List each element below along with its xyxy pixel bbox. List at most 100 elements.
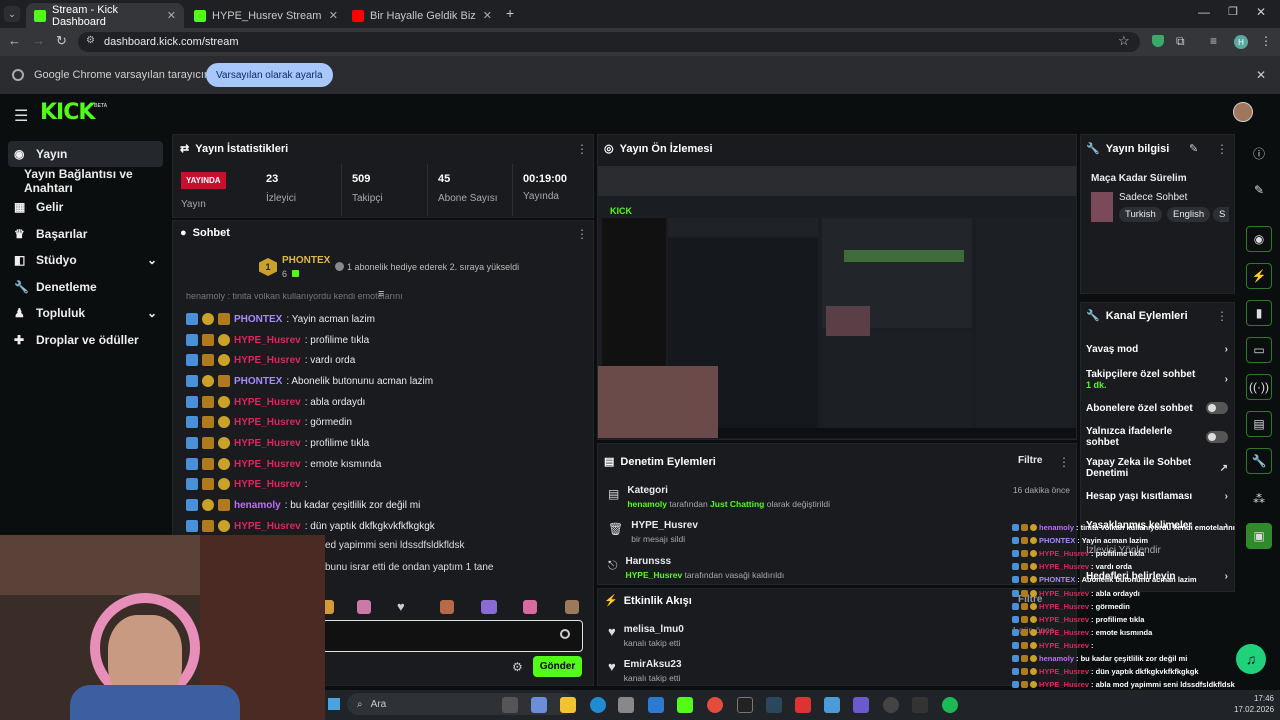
chat-username[interactable]: PHONTEX [234, 314, 282, 325]
user-avatar[interactable] [1233, 102, 1253, 122]
restore-icon[interactable]: ❐ [1228, 5, 1238, 18]
tag-pill[interactable]: Turkish [1119, 207, 1162, 222]
moderation-filter-button[interactable]: Filtre [1018, 455, 1042, 466]
stream-preview-video[interactable]: KICK [598, 166, 1076, 438]
sidebar-item-gelir[interactable]: ▦ Gelir [8, 194, 163, 220]
lightning-icon[interactable]: ⚡ [1246, 263, 1272, 289]
set-default-button[interactable]: Varsayılan olarak ayarla [206, 63, 333, 87]
extension-shield-icon[interactable] [1152, 35, 1164, 47]
card-icon[interactable]: ▮ [1246, 300, 1272, 326]
app-red-icon[interactable] [795, 697, 811, 713]
camera-icon[interactable]: ◉ [1246, 226, 1272, 252]
close-window-icon[interactable]: ✕ [1256, 5, 1266, 19]
extensions-icon[interactable]: ⧉ [1176, 34, 1185, 49]
obs-icon[interactable] [883, 697, 899, 713]
epic-games-icon[interactable] [737, 697, 753, 713]
sidebar-item-basarilar[interactable]: ♛ Başarılar [8, 221, 163, 247]
outlook-icon[interactable] [648, 697, 664, 713]
spotify-icon[interactable] [942, 697, 958, 713]
chat-username[interactable]: HYPE_Husrev [234, 335, 301, 346]
task-view-icon[interactable] [502, 697, 518, 713]
close-tab-icon[interactable]: ✕ [483, 9, 492, 22]
emote-icon[interactable] [565, 600, 579, 614]
action-ai-moderation[interactable]: Yapay Zeka ile Sohbet Denetimi ↗ [1086, 456, 1228, 480]
chrome-icon[interactable] [707, 697, 723, 713]
chat-username[interactable]: HYPE_Husrev [234, 459, 301, 470]
app-icon[interactable]: ▣ [1246, 523, 1272, 549]
category-name[interactable]: Sadece Sohbet [1119, 192, 1187, 203]
app-blue-icon[interactable] [824, 697, 840, 713]
store-icon[interactable] [618, 697, 634, 713]
wrench-icon[interactable]: 🔧 [1246, 448, 1272, 474]
hamburger-menu-icon[interactable]: ☰ [14, 106, 28, 126]
close-tab-icon[interactable]: ✕ [329, 9, 338, 22]
sidebar-item-denetleme[interactable]: 🔧 Denetleme [8, 274, 163, 300]
chat-message-input[interactable] [322, 620, 583, 652]
sidebar-item-topluluk[interactable]: ♟ Topluluk ⌄ [8, 300, 163, 326]
tab-search-icon[interactable]: ⌄ [4, 6, 20, 22]
app-dark-icon[interactable] [912, 697, 928, 713]
site-info-icon[interactable]: ⚙ [86, 35, 98, 47]
forward-icon[interactable]: → [32, 33, 45, 48]
moderation-menu-icon[interactable]: ⋮ [1058, 455, 1070, 469]
emote-icon[interactable] [357, 600, 371, 614]
emote-icon[interactable] [481, 600, 497, 614]
emote-icon[interactable] [440, 600, 454, 614]
send-button[interactable]: Gönder [533, 656, 582, 677]
subscribers-only-toggle[interactable] [1206, 402, 1228, 414]
sidebar-item-stream-key[interactable]: Yayın Bağlantısı ve Anahtarı [18, 167, 170, 195]
browser-tab-1[interactable]: HYPE_Husrev Stream - Watch L ✕ [186, 3, 346, 28]
chrome-menu-icon[interactable]: ⋮ [1260, 34, 1272, 48]
discord-icon[interactable] [853, 697, 869, 713]
reading-list-icon[interactable]: ≡ [1210, 34, 1217, 48]
chat-username[interactable]: HYPE_Husrev [234, 438, 301, 449]
close-tab-icon[interactable]: ✕ [167, 9, 176, 22]
sidebar-item-studyo[interactable]: ◧ Stüdyo ⌄ [8, 247, 163, 273]
action-followers-only[interactable]: Takipçilere özel sohbet 1 dk. › [1086, 367, 1228, 391]
tag-pill[interactable]: English [1167, 207, 1211, 222]
file-explorer-icon[interactable] [560, 697, 576, 713]
action-account-age[interactable]: Hesap yaşı kısıtlaması › [1086, 489, 1228, 503]
tag-pill[interactable]: S [1213, 207, 1229, 222]
minimize-icon[interactable]: — [1198, 5, 1210, 19]
pencil-icon[interactable]: ✎ [1246, 177, 1272, 203]
chat-username[interactable]: HYPE_Husrev [234, 397, 301, 408]
nodes-icon[interactable]: ⁂ [1246, 486, 1272, 512]
close-infobar-icon[interactable]: ✕ [1256, 68, 1266, 82]
kick-app-icon[interactable] [677, 697, 693, 713]
new-tab-icon[interactable]: + [506, 5, 514, 21]
chat-icon[interactable]: ▭ [1246, 337, 1272, 363]
info-icon[interactable]: ⓘ [1246, 140, 1272, 166]
chat-menu-icon[interactable]: ⋮ [576, 227, 588, 241]
bookmark-star-icon[interactable]: ☆ [1118, 33, 1130, 49]
chat-username[interactable]: henamoly [234, 500, 281, 511]
sidebar-item-droplar[interactable]: ✚ Droplar ve ödüller [8, 327, 163, 353]
chat-settings-gear-icon[interactable]: ⚙ [512, 660, 523, 674]
stats-menu-icon[interactable]: ⋮ [576, 142, 588, 156]
sidebar-item-yayin[interactable]: ◉ Yayın [8, 141, 163, 167]
kick-logo[interactable]: KICK [40, 100, 95, 125]
url-input[interactable]: dashboard.kick.com/stream [78, 32, 1140, 52]
support-headset-icon[interactable]: ♫ [1236, 644, 1266, 674]
steam-icon[interactable] [766, 697, 782, 713]
stream-info-menu-icon[interactable]: ⋮ [1216, 142, 1228, 156]
chat-username[interactable]: PHONTEX [234, 376, 282, 387]
edge-icon[interactable] [590, 697, 606, 713]
list-icon[interactable]: ▤ [1246, 411, 1272, 437]
copilot-icon[interactable] [531, 697, 547, 713]
emote-only-toggle[interactable] [1206, 431, 1228, 443]
back-icon[interactable]: ← [8, 33, 21, 48]
action-slow-mode[interactable]: Yavaş mod › [1086, 342, 1228, 356]
pinned-username[interactable]: PHONTEX [282, 255, 330, 266]
emoji-icon[interactable] [560, 629, 570, 639]
profile-avatar-icon[interactable]: H [1234, 35, 1248, 49]
emote-icon[interactable] [523, 600, 537, 614]
reload-icon[interactable]: ↻ [56, 33, 67, 49]
browser-tab-0[interactable]: Stream - Kick Dashboard ✕ [26, 3, 184, 28]
channel-actions-menu-icon[interactable]: ⋮ [1216, 309, 1228, 323]
browser-tab-2[interactable]: Bir Hayalle Geldik Biz Bu Günle ✕ [344, 3, 500, 28]
broadcast-icon[interactable]: ((·)) [1246, 374, 1272, 400]
heart-emote-icon[interactable]: ♥ [397, 599, 405, 614]
chat-username[interactable]: HYPE_Husrev [234, 417, 301, 428]
chat-username[interactable]: HYPE_Husrev [234, 521, 301, 532]
